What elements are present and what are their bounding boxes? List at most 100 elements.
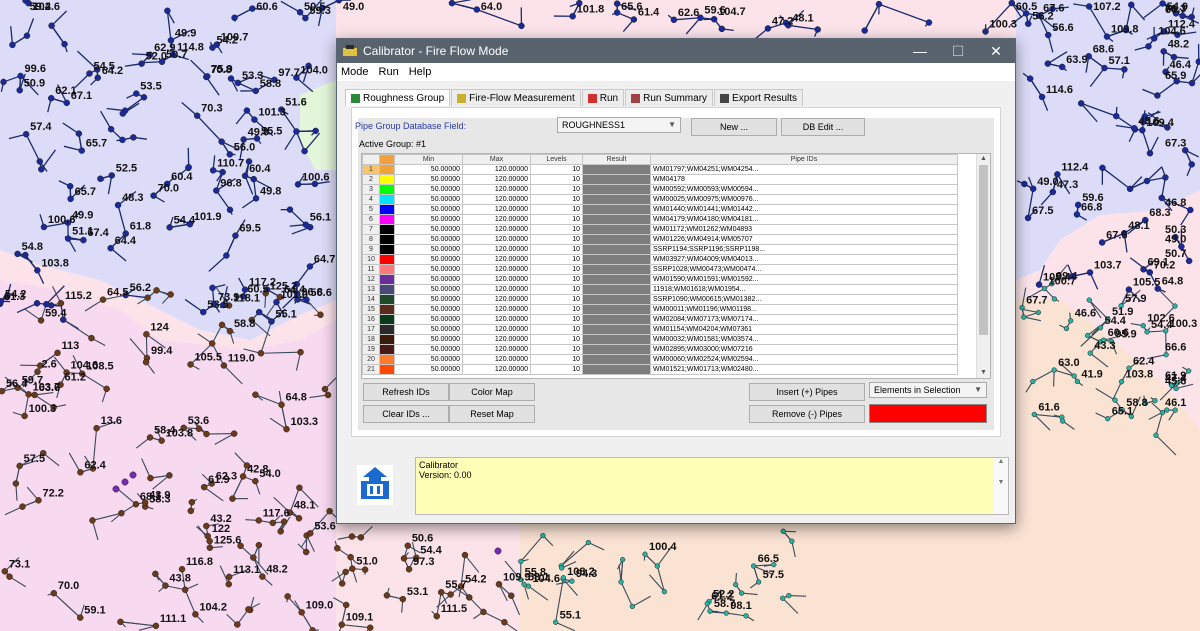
title-bar[interactable]: Calibrator - Fire Flow Mode — ☐ ✕	[337, 39, 1015, 63]
table-row[interactable]: 11 50.00000 120.00000 10 SSRP1028;WM00473;WM…	[362, 264, 958, 275]
junction-node	[1019, 304, 1025, 311]
junction-node	[309, 627, 316, 631]
row-color-swatch[interactable]	[379, 184, 395, 195]
row-color-swatch[interactable]	[379, 214, 395, 225]
row-color-swatch[interactable]	[379, 224, 395, 235]
row-number: 17	[362, 324, 380, 335]
app-icon	[343, 45, 357, 56]
column-header[interactable]	[362, 154, 380, 165]
table-row[interactable]: 5 50.00000 120.00000 10 WM01440;WM01441;WM01…	[362, 204, 958, 215]
junction-node	[277, 528, 284, 535]
junction-node	[466, 594, 473, 601]
table-row[interactable]: 15 50.00000 120.00000 10 WM00011;WM01196;WM0…	[362, 304, 958, 315]
reset-map-button[interactable]: Reset Map	[449, 405, 535, 423]
table-row[interactable]: 17 50.00000 120.00000 10 WM01154;WM04204;WM0…	[362, 324, 958, 335]
table-row[interactable]: 16 50.00000 120.00000 10 WM02084;WM07173;WM0…	[362, 314, 958, 325]
row-color-swatch[interactable]	[379, 354, 395, 365]
junction-node	[225, 580, 232, 588]
table-row[interactable]: 19 50.00000 120.00000 10 WM02895;WM03000;WM0…	[362, 344, 958, 355]
table-row[interactable]: 3 50.00000 120.00000 10 WM00592;WM00593;WM00…	[362, 184, 958, 195]
row-color-swatch[interactable]	[379, 264, 395, 275]
row-color-swatch[interactable]	[379, 284, 395, 295]
tab-fire-flow-measurement[interactable]: Fire-Flow Measurement	[451, 89, 581, 106]
table-header: Min Max Levels Result Pipe IDs	[362, 154, 958, 165]
message-output[interactable]: Calibrator Version: 0.00 ▲ ▼	[415, 457, 1009, 515]
row-color-swatch[interactable]	[379, 304, 395, 315]
tab-run-summary[interactable]: Run Summary	[625, 89, 714, 106]
row-color-swatch[interactable]	[379, 174, 395, 185]
junction-label: 70.0	[58, 580, 79, 592]
table-row[interactable]: 14 50.00000 120.00000 10 SSRP1090;WM00615;WM…	[362, 294, 958, 305]
close-button[interactable]: ✕	[977, 39, 1015, 63]
tab-roughness-group[interactable]: Roughness Group	[345, 89, 451, 106]
tab-run[interactable]: Run	[581, 89, 625, 106]
insert-pipes-button[interactable]: Insert (+) Pipes	[749, 383, 865, 401]
column-header[interactable]: Min	[394, 154, 463, 165]
table-row[interactable]: 12 50.00000 120.00000 10 WM01590;WM01591;WM0…	[362, 274, 958, 285]
table-row[interactable]: 21 50.00000 120.00000 10 WM01521;WM01713;WM0…	[362, 364, 958, 375]
menu-run[interactable]: Run	[379, 66, 399, 78]
row-color-swatch[interactable]	[379, 344, 395, 355]
row-color-swatch[interactable]	[379, 314, 395, 325]
table-row[interactable]: 4 50.00000 120.00000 10 WM00025;WM00975;WM00…	[362, 194, 958, 205]
table-row[interactable]: 18 50.00000 120.00000 10 WM00032;WM01581;WM0…	[362, 334, 958, 345]
column-header[interactable]	[379, 154, 395, 165]
table-row[interactable]: 2 50.00000 120.00000 10 WM04178	[362, 174, 958, 185]
column-header[interactable]: Max	[462, 154, 531, 165]
table-row[interactable]: 1 50.00000 120.00000 10 WM01797;WM04251;WM04…	[362, 164, 958, 175]
junction-node	[1008, 0, 1016, 7]
table-row[interactable]: 6 50.00000 120.00000 10 WM04179;WM04180;WM04…	[362, 214, 958, 225]
table-row[interactable]: 20 50.00000 120.00000 10 WM00060;WM02524;WM0…	[362, 354, 958, 365]
refresh-ids-button[interactable]: Refresh IDs	[363, 383, 449, 401]
roughness-group-table[interactable]: Min Max Levels Result Pipe IDs 1 50.00000 120.…	[361, 153, 991, 379]
remove-pipes-button[interactable]: Remove (-) Pipes	[749, 405, 865, 423]
elements-selection-select[interactable]: Elements in Selection ▼	[869, 382, 987, 398]
new-button[interactable]: New ...	[691, 118, 777, 136]
scroll-thumb[interactable]	[979, 165, 988, 335]
column-header[interactable]: Levels	[530, 154, 583, 165]
cell-levels: 10	[530, 204, 583, 215]
column-header[interactable]: Result	[582, 154, 651, 165]
cell-levels: 10	[530, 194, 583, 205]
maximize-button[interactable]: ☐	[939, 39, 977, 63]
row-color-swatch[interactable]	[379, 334, 395, 345]
row-color-swatch[interactable]	[379, 274, 395, 285]
row-color-swatch[interactable]	[379, 194, 395, 205]
row-color-swatch[interactable]	[379, 244, 395, 255]
junction-node	[1158, 194, 1165, 202]
junction-label: 61.4	[638, 6, 660, 18]
db-edit-button[interactable]: DB Edit ...	[781, 118, 865, 136]
scroll-down-icon[interactable]: ▼	[977, 368, 990, 378]
row-color-swatch[interactable]	[379, 234, 395, 245]
junction-label: 43.3	[1094, 340, 1115, 352]
junction-label: 113	[62, 340, 80, 352]
chevron-down-icon: ▼	[668, 120, 676, 129]
table-row[interactable]: 7 50.00000 120.00000 10 WM01172;WM01262;WM04…	[362, 224, 958, 235]
table-row[interactable]: 8 50.00000 120.00000 10 WM01226;WM04914;WM05…	[362, 234, 958, 245]
row-color-swatch[interactable]	[379, 254, 395, 265]
junction-node	[107, 244, 114, 252]
menu-mode[interactable]: Mode	[341, 66, 369, 78]
row-color-swatch[interactable]	[379, 204, 395, 215]
clear-ids-button[interactable]: Clear IDs ...	[363, 405, 449, 423]
table-row[interactable]: 9 50.00000 120.00000 10 SSRP1194;SSRP1196;SS…	[362, 244, 958, 255]
junction-node	[1139, 126, 1146, 134]
row-color-swatch[interactable]	[379, 294, 395, 305]
row-color-swatch[interactable]	[379, 364, 395, 375]
scroll-up-icon[interactable]: ▲	[977, 154, 990, 164]
db-field-select[interactable]: ROUGHNESS1 ▼	[557, 117, 681, 133]
minimize-button[interactable]: —	[901, 39, 939, 63]
junction-label: 54.2	[216, 35, 237, 47]
table-row[interactable]: 13 50.00000 120.00000 10 11918;WM01618;WM019…	[362, 284, 958, 295]
cell-pipe-ids: WM04178	[650, 174, 958, 185]
group-color-swatch[interactable]	[869, 404, 987, 423]
table-row[interactable]: 10 50.00000 120.00000 10 WM03927;WM04009;WM0…	[362, 254, 958, 265]
tab-export-results[interactable]: Export Results	[714, 89, 804, 106]
message-scrollbar[interactable]: ▲ ▼	[994, 458, 1008, 514]
row-color-swatch[interactable]	[379, 164, 395, 175]
menu-help[interactable]: Help	[409, 66, 432, 78]
column-header[interactable]: Pipe IDs	[650, 154, 958, 165]
color-map-button[interactable]: Color Map	[449, 383, 535, 401]
row-color-swatch[interactable]	[379, 324, 395, 335]
table-scrollbar[interactable]: ▲ ▼	[976, 154, 990, 378]
